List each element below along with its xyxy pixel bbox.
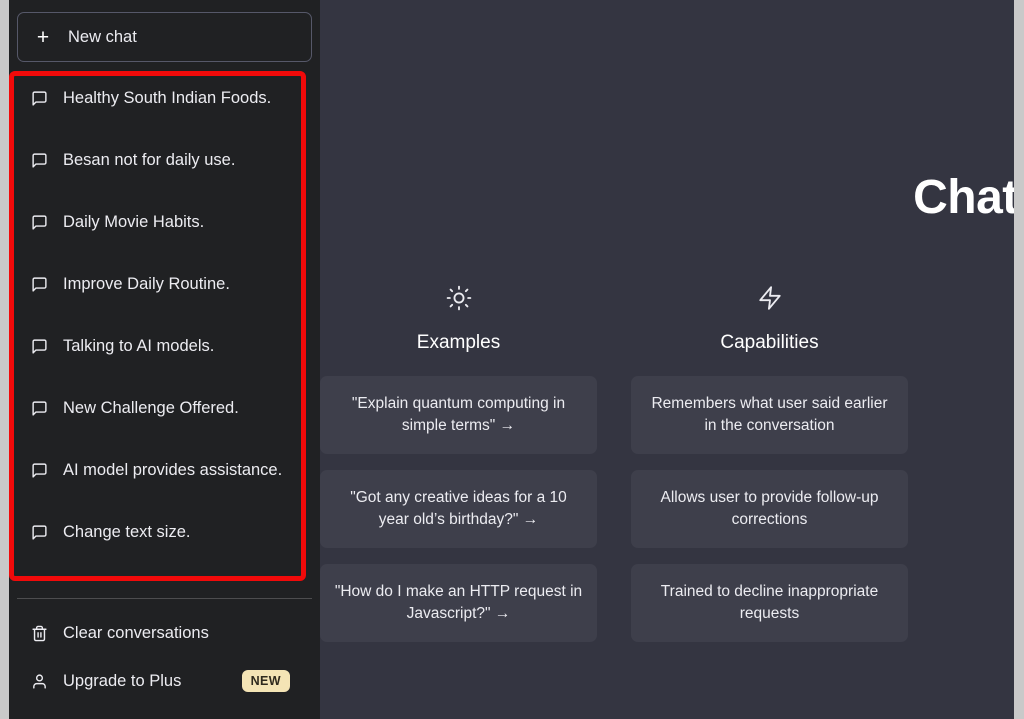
list-item[interactable]: New Challenge Offered. bbox=[17, 386, 312, 430]
upgrade-to-plus-button[interactable]: Upgrade to Plus NEW bbox=[17, 657, 312, 705]
column-title: Capabilities bbox=[720, 332, 819, 353]
list-item[interactable]: Change text size. bbox=[17, 510, 312, 554]
sun-icon bbox=[446, 285, 472, 316]
conversation-title: Improve Daily Routine. bbox=[63, 274, 230, 293]
example-prompt-card[interactable]: "Got any creative ideas for a 10 year ol… bbox=[320, 470, 597, 548]
list-item[interactable]: Healthy South Indian Foods. bbox=[17, 76, 312, 120]
column-examples: Examples "Explain quantum computing in s… bbox=[320, 285, 597, 658]
sidebar-footer: Clear conversations Upgrade to Plus NEW bbox=[9, 599, 320, 719]
capability-card: Remembers what user said earlier in the … bbox=[631, 376, 908, 454]
conversation-title: Talking to AI models. bbox=[63, 336, 215, 355]
status-badge: NEW bbox=[241, 670, 290, 692]
conversation-title: AI model provides assistance. bbox=[63, 460, 283, 479]
welcome-columns: Examples "Explain quantum computing in s… bbox=[320, 285, 1014, 658]
user-icon bbox=[31, 673, 48, 690]
conversation-title: Daily Movie Habits. bbox=[63, 212, 205, 231]
capability-card: Trained to decline inappropriate request… bbox=[631, 564, 908, 642]
message-square-icon bbox=[31, 90, 48, 107]
example-prompt-card[interactable]: "How do I make an HTTP request in Javasc… bbox=[320, 564, 597, 642]
list-item[interactable]: Besan not for daily use. bbox=[17, 138, 312, 182]
main-content: ChatGPT Examples "Explain quantum comput… bbox=[320, 0, 1014, 719]
conversation-title: Besan not for daily use. bbox=[63, 150, 236, 169]
page-title: ChatGPT bbox=[913, 171, 1014, 224]
scrollbar-thumb[interactable] bbox=[1014, 0, 1024, 719]
message-square-icon bbox=[31, 152, 48, 169]
list-item[interactable]: AI model provides assistance. bbox=[17, 448, 312, 492]
column-capabilities: Capabilities Remembers what user said ea… bbox=[631, 285, 908, 658]
chatgpt-window: + New chat Healthy South Indian Foods. B… bbox=[0, 0, 1024, 719]
list-item[interactable]: Daily Movie Habits. bbox=[17, 200, 312, 244]
message-square-icon bbox=[31, 462, 48, 479]
conversation-list[interactable]: Healthy South Indian Foods. Besan not fo… bbox=[9, 70, 320, 598]
message-square-icon bbox=[31, 338, 48, 355]
capability-card: Allows user to provide follow-up correct… bbox=[631, 470, 908, 548]
message-square-icon bbox=[31, 400, 48, 417]
message-square-icon bbox=[31, 276, 48, 293]
message-square-icon bbox=[31, 214, 48, 231]
vertical-scrollbar[interactable] bbox=[1014, 0, 1024, 719]
conversation-title: New Challenge Offered. bbox=[63, 398, 239, 417]
plus-icon: + bbox=[36, 25, 50, 49]
clear-conversations-label: Clear conversations bbox=[63, 623, 209, 642]
clear-conversations-button[interactable]: Clear conversations bbox=[17, 609, 312, 657]
lightning-icon bbox=[757, 285, 783, 316]
example-prompt-card[interactable]: "Explain quantum computing in simple ter… bbox=[320, 376, 597, 454]
window-edge-left bbox=[0, 0, 9, 719]
trash-icon bbox=[31, 625, 48, 642]
list-item[interactable]: Talking to AI models. bbox=[17, 324, 312, 368]
sidebar: + New chat Healthy South Indian Foods. B… bbox=[9, 0, 320, 719]
list-item[interactable]: Improve Daily Routine. bbox=[17, 262, 312, 306]
upgrade-to-plus-label: Upgrade to Plus bbox=[63, 671, 182, 690]
conversation-title: Change text size. bbox=[63, 522, 191, 541]
new-chat-button[interactable]: + New chat bbox=[17, 12, 312, 62]
column-title: Examples bbox=[416, 332, 501, 353]
new-chat-label: New chat bbox=[68, 27, 137, 46]
message-square-icon bbox=[31, 524, 48, 541]
conversation-title: Healthy South Indian Foods. bbox=[63, 88, 272, 107]
